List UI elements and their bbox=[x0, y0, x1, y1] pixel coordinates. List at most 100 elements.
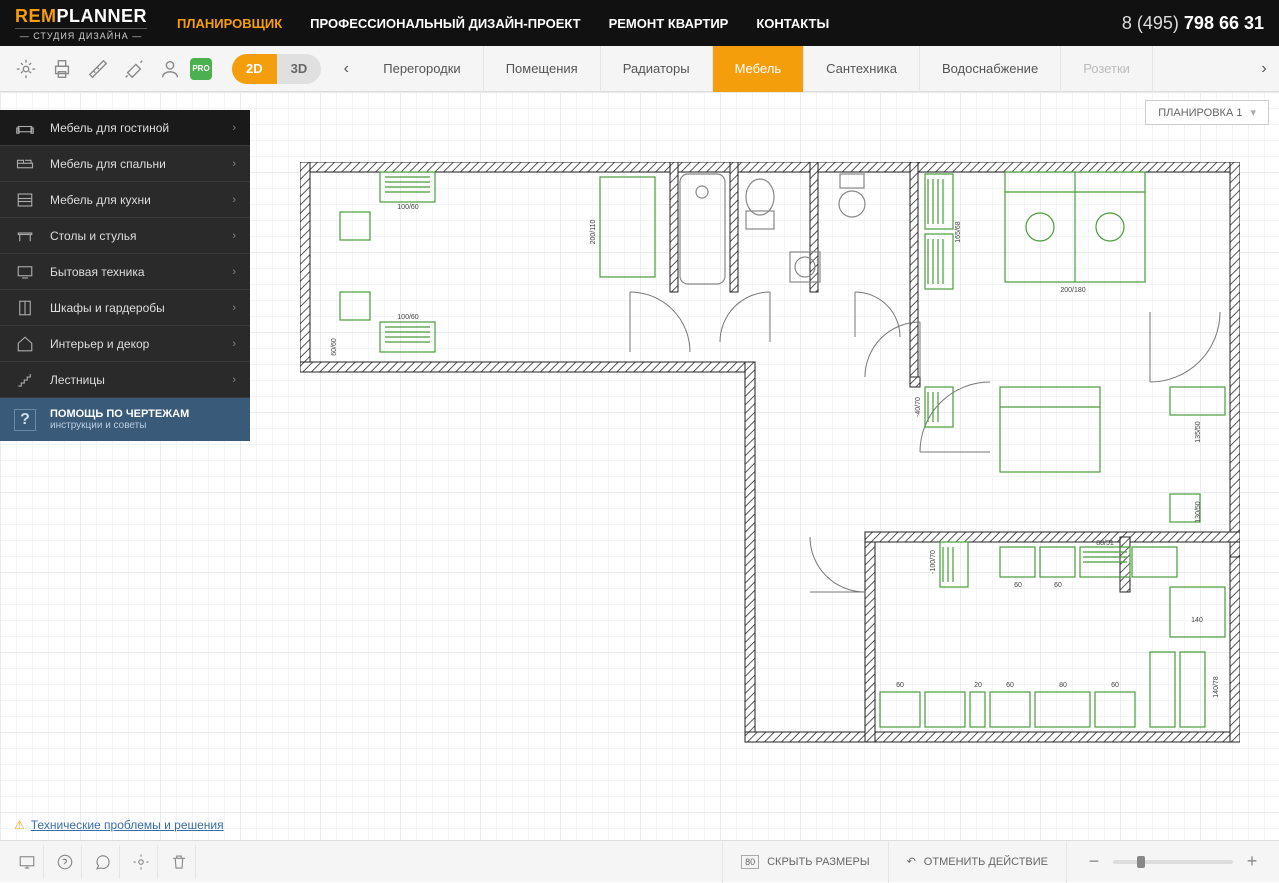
layout-selector[interactable]: ПЛАНИРОВКА 1 ▾ bbox=[1145, 100, 1269, 125]
undo-icon: ↶ bbox=[907, 855, 916, 868]
svg-text:-100/70: -100/70 bbox=[930, 550, 937, 574]
sidebar-item-label: Столы и стулья bbox=[50, 229, 232, 243]
toolbar: PRO 2D 3D ‹ Перегородки Помещения Радиат… bbox=[0, 46, 1279, 92]
svg-text:200/110: 200/110 bbox=[590, 220, 597, 245]
view-3d-button[interactable]: 3D bbox=[277, 54, 322, 84]
chevron-right-icon: › bbox=[232, 158, 236, 170]
hide-dimensions-button[interactable]: 80 СКРЫТЬ РАЗМЕРЫ bbox=[722, 841, 887, 883]
tab-walls[interactable]: Перегородки bbox=[361, 46, 483, 92]
sidebar-item-stairs[interactable]: Лестницы › bbox=[0, 362, 250, 398]
svg-text:-40/70: -40/70 bbox=[915, 397, 922, 417]
view-toggle: 2D 3D bbox=[232, 54, 321, 84]
sidebar-item-label: Бытовая техника bbox=[50, 265, 232, 279]
home-icon bbox=[14, 333, 36, 355]
svg-text:200/180: 200/180 bbox=[1060, 287, 1085, 294]
warning-icon: ⚠ bbox=[14, 818, 25, 832]
sidebar-item-label: Шкафы и гардеробы bbox=[50, 301, 232, 315]
zoom-slider[interactable] bbox=[1113, 860, 1233, 864]
sidebar-item-tables[interactable]: Столы и стулья › bbox=[0, 218, 250, 254]
stairs-icon bbox=[14, 369, 36, 391]
undo-button[interactable]: ↶ ОТМЕНИТЬ ДЕЙСТВИЕ bbox=[888, 841, 1066, 883]
sidebar-item-bedroom[interactable]: Мебель для спальни › bbox=[0, 146, 250, 182]
logo[interactable]: REMPLANNER — СТУДИЯ ДИЗАЙНА — bbox=[15, 6, 147, 41]
sidebar-item-kitchen[interactable]: Мебель для кухни › bbox=[0, 182, 250, 218]
sidebar-item-label: Мебель для гостиной bbox=[50, 121, 232, 135]
sidebar-item-wardrobes[interactable]: Шкафы и гардеробы › bbox=[0, 290, 250, 326]
svg-text:100/60: 100/60 bbox=[397, 314, 419, 321]
svg-text:130/50: 130/50 bbox=[1195, 501, 1202, 523]
bottom-bar: 80 СКРЫТЬ РАЗМЕРЫ ↶ ОТМЕНИТЬ ДЕЙСТВИЕ − … bbox=[0, 840, 1279, 882]
svg-text:100/60: 100/60 bbox=[397, 204, 419, 211]
view-2d-button[interactable]: 2D bbox=[232, 54, 277, 84]
measure-icon[interactable] bbox=[82, 53, 114, 85]
settings-icon[interactable] bbox=[10, 53, 42, 85]
dimensions-icon: 80 bbox=[741, 855, 759, 869]
chevron-right-icon: › bbox=[232, 302, 236, 314]
tools-icon[interactable] bbox=[118, 53, 150, 85]
table-icon bbox=[14, 225, 36, 247]
help-icon[interactable] bbox=[48, 845, 82, 879]
help-subtitle: инструкции и советы bbox=[50, 420, 189, 431]
main-header: REMPLANNER — СТУДИЯ ДИЗАЙНА — ПЛАНИРОВЩИ… bbox=[0, 0, 1279, 46]
chevron-right-icon: › bbox=[232, 266, 236, 278]
zoom-control: − + bbox=[1066, 841, 1279, 883]
kitchen-icon bbox=[14, 189, 36, 211]
sidebar-item-decor[interactable]: Интерьер и декор › bbox=[0, 326, 250, 362]
print-icon[interactable] bbox=[46, 53, 78, 85]
nav-contacts[interactable]: КОНТАКТЫ bbox=[756, 16, 829, 31]
person-icon[interactable] bbox=[154, 53, 186, 85]
gear-icon[interactable] bbox=[124, 845, 158, 879]
tv-icon bbox=[14, 261, 36, 283]
chevron-right-icon: › bbox=[232, 122, 236, 134]
tabs-prev-icon[interactable]: ‹ bbox=[331, 46, 361, 92]
tab-plumbing[interactable]: Сантехника bbox=[804, 46, 920, 92]
logo-planner: PLANNER bbox=[57, 6, 148, 26]
svg-text:80: 80 bbox=[1059, 682, 1067, 689]
svg-text:60: 60 bbox=[1014, 582, 1022, 589]
sofa-icon bbox=[14, 117, 36, 139]
sidebar-item-label: Мебель для кухни bbox=[50, 193, 232, 207]
svg-text:60/60: 60/60 bbox=[331, 338, 338, 356]
logo-subtitle: — СТУДИЯ ДИЗАЙНА — bbox=[15, 28, 147, 41]
category-tabs: Перегородки Помещения Радиаторы Мебель С… bbox=[361, 46, 1249, 92]
zoom-handle[interactable] bbox=[1137, 856, 1145, 868]
chevron-right-icon: › bbox=[232, 374, 236, 386]
chevron-right-icon: › bbox=[232, 230, 236, 242]
tab-water[interactable]: Водоснабжение bbox=[920, 46, 1061, 92]
zoom-out-button[interactable]: − bbox=[1085, 851, 1103, 872]
tab-radiators[interactable]: Радиаторы bbox=[601, 46, 713, 92]
sidebar-item-label: Лестницы bbox=[50, 373, 232, 387]
tab-furniture[interactable]: Мебель bbox=[713, 46, 805, 92]
screen-icon[interactable] bbox=[10, 845, 44, 879]
sidebar-item-appliances[interactable]: Бытовая техника › bbox=[0, 254, 250, 290]
phone-number[interactable]: 8 (495) 798 66 31 bbox=[1122, 13, 1264, 34]
sidebar-item-living[interactable]: Мебель для гостиной › bbox=[0, 110, 250, 146]
tab-rooms[interactable]: Помещения bbox=[484, 46, 601, 92]
pro-badge[interactable]: PRO bbox=[190, 58, 212, 80]
chat-icon[interactable] bbox=[86, 845, 120, 879]
chevron-right-icon: › bbox=[232, 338, 236, 350]
floorplan-svg[interactable]: 100/60 200/110 100/60 60/60 90/45 165/68… bbox=[300, 162, 1240, 752]
tab-sockets[interactable]: Розетки bbox=[1061, 46, 1153, 92]
bottom-icon-group bbox=[0, 845, 206, 879]
svg-text:60: 60 bbox=[1111, 682, 1119, 689]
svg-text:135/50: 135/50 bbox=[1195, 421, 1202, 443]
chevron-down-icon: ▾ bbox=[1250, 106, 1256, 119]
nav-design-project[interactable]: ПРОФЕССИОНАЛЬНЫЙ ДИЗАЙН-ПРОЕКТ bbox=[310, 16, 580, 31]
svg-text:140/78: 140/78 bbox=[1213, 676, 1220, 698]
svg-text:60: 60 bbox=[1054, 582, 1062, 589]
nav-planner[interactable]: ПЛАНИРОВЩИК bbox=[177, 16, 282, 31]
trash-icon[interactable] bbox=[162, 845, 196, 879]
svg-text:20: 20 bbox=[974, 682, 982, 689]
sidebar-help[interactable]: ? ПОМОЩЬ ПО ЧЕРТЕЖАМ инструкции и советы bbox=[0, 398, 250, 441]
svg-text:140: 140 bbox=[1191, 617, 1203, 624]
bed-icon bbox=[14, 153, 36, 175]
svg-text:60: 60 bbox=[1006, 682, 1014, 689]
zoom-in-button[interactable]: + bbox=[1243, 851, 1261, 872]
tech-problems-link[interactable]: ⚠Технические проблемы и решения bbox=[14, 818, 224, 832]
tabs-next-icon[interactable]: › bbox=[1249, 46, 1279, 92]
svg-text:165/68: 165/68 bbox=[955, 221, 962, 243]
nav-renovation[interactable]: РЕМОНТ КВАРТИР bbox=[609, 16, 729, 31]
main-nav: ПЛАНИРОВЩИК ПРОФЕССИОНАЛЬНЫЙ ДИЗАЙН-ПРОЕ… bbox=[177, 16, 1122, 31]
help-title: ПОМОЩЬ ПО ЧЕРТЕЖАМ bbox=[50, 408, 189, 420]
